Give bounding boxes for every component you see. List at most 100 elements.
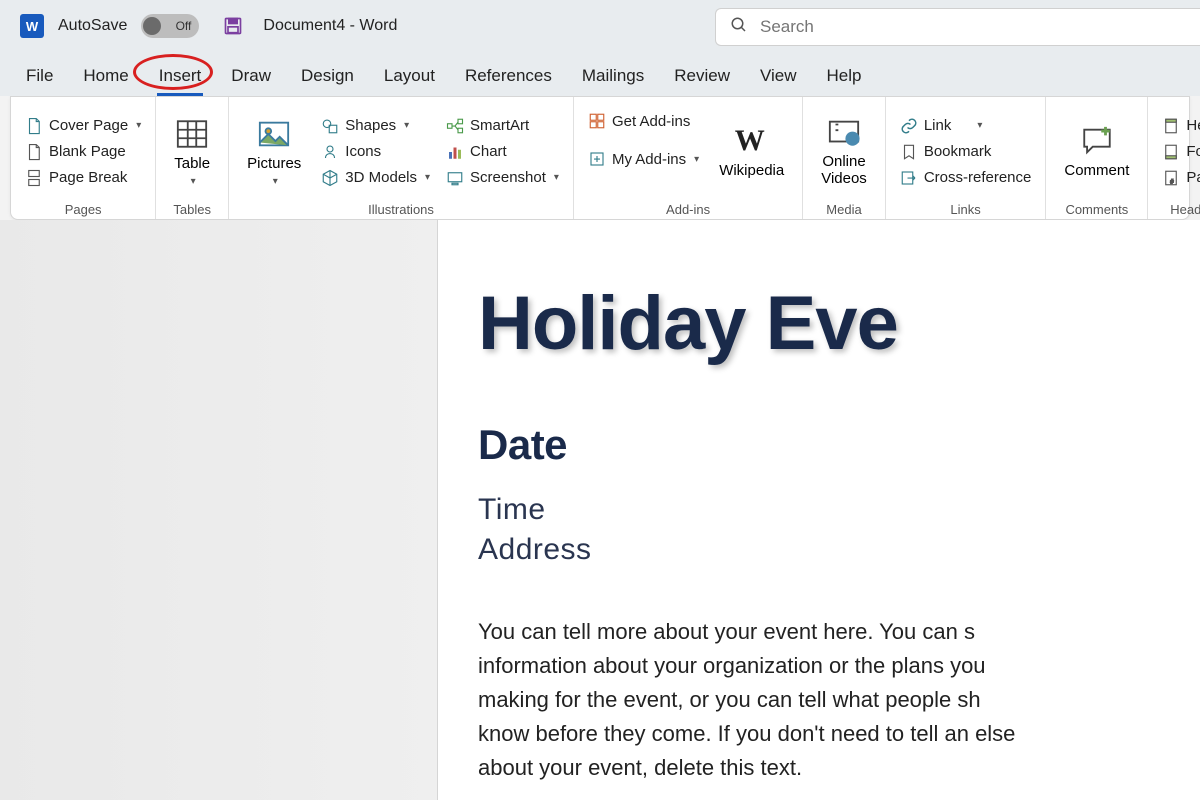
footer-icon: [1162, 143, 1180, 161]
chart-label: Chart: [470, 143, 507, 160]
bookmark-icon: [900, 143, 918, 161]
blank-page-label: Blank Page: [49, 143, 126, 160]
tab-view[interactable]: View: [760, 66, 797, 96]
chevron-down-icon: ▾: [404, 120, 409, 131]
group-label-pages: Pages: [11, 202, 155, 219]
group-label-comments: Comments: [1046, 202, 1147, 219]
group-tables: Table ▾ Tables: [156, 97, 229, 219]
document-title: Document4 - Word: [263, 17, 397, 35]
tab-mailings[interactable]: Mailings: [582, 66, 644, 96]
smartart-icon: [446, 117, 464, 135]
tab-help[interactable]: Help: [827, 66, 862, 96]
page-number-button[interactable]: # Pag: [1156, 166, 1200, 190]
link-button[interactable]: Link▾: [894, 114, 1038, 138]
wikipedia-label: Wikipedia: [719, 162, 784, 179]
document-page[interactable]: Holiday Eve Date Time Address You can te…: [438, 220, 1200, 800]
group-addins: Get Add-ins My Add-ins▾ W Wikipedia Add-…: [574, 97, 803, 219]
autosave-state: Off: [176, 19, 192, 33]
my-addins-button[interactable]: My Add-ins ▾: [582, 147, 705, 171]
cross-ref-label: Cross-reference: [924, 169, 1032, 186]
page-break-button[interactable]: Page Break: [19, 166, 147, 190]
doc-title[interactable]: Holiday Eve: [478, 280, 1200, 367]
group-header-footer: Hea Foot # Pag Heade: [1148, 97, 1200, 219]
doc-date-heading[interactable]: Date: [478, 421, 1200, 469]
chevron-down-icon: ▾: [694, 154, 699, 165]
bookmark-button[interactable]: Bookmark: [894, 140, 1038, 164]
tab-file[interactable]: File: [26, 66, 53, 96]
header-label: Hea: [1186, 117, 1200, 134]
link-label: Link: [924, 117, 952, 134]
3d-models-button[interactable]: 3D Models▾: [315, 166, 436, 190]
chevron-down-icon: ▾: [136, 120, 141, 131]
page-number-label: Pag: [1186, 169, 1200, 186]
chart-icon: [446, 143, 464, 161]
page-break-label: Page Break: [49, 169, 127, 186]
tab-references[interactable]: References: [465, 66, 552, 96]
table-button[interactable]: Table ▾: [164, 103, 220, 200]
document-area: Holiday Eve Date Time Address You can te…: [0, 220, 1200, 800]
search-input[interactable]: [760, 17, 1200, 37]
comment-label: Comment: [1064, 162, 1129, 179]
comment-button[interactable]: Comment: [1054, 103, 1139, 200]
table-icon: [175, 117, 209, 151]
autosave-toggle[interactable]: Off: [141, 14, 199, 38]
group-label-header-footer: Heade: [1148, 202, 1200, 219]
shapes-label: Shapes: [345, 117, 396, 134]
get-addins-label: Get Add-ins: [612, 113, 690, 130]
page-number-icon: #: [1162, 169, 1180, 187]
title-bar: W AutoSave Off Document4 - Word: [0, 0, 1200, 52]
cube-icon: [321, 169, 339, 187]
video-icon: [827, 116, 861, 150]
pictures-button[interactable]: Pictures ▾: [237, 103, 311, 200]
doc-time[interactable]: Time: [478, 493, 1200, 527]
doc-address[interactable]: Address: [478, 533, 1200, 567]
tab-insert[interactable]: Insert: [159, 66, 202, 96]
toggle-knob: [143, 17, 161, 35]
cover-page-button[interactable]: Cover Page ▾: [19, 114, 147, 138]
group-illustrations: Pictures ▾ Shapes ▾ Icons 3D Models▾ Smar…: [229, 97, 574, 219]
icons-label: Icons: [345, 143, 381, 160]
bookmark-label: Bookmark: [924, 143, 992, 160]
pictures-label: Pictures: [247, 155, 301, 172]
cross-reference-button[interactable]: Cross-reference: [894, 166, 1038, 190]
page-icon: [25, 117, 43, 135]
page-gutter: [0, 220, 438, 800]
group-comments: Comment Comments: [1046, 97, 1148, 219]
tab-draw[interactable]: Draw: [231, 66, 271, 96]
footer-label: Foot: [1186, 143, 1200, 160]
smartart-button[interactable]: SmartArt: [440, 114, 565, 138]
screenshot-button[interactable]: Screenshot ▾: [440, 166, 565, 190]
tab-layout[interactable]: Layout: [384, 66, 435, 96]
icons-icon: [321, 143, 339, 161]
tab-review[interactable]: Review: [674, 66, 730, 96]
group-label-media: Media: [803, 202, 885, 219]
icons-button[interactable]: Icons: [315, 140, 436, 164]
comment-icon: [1080, 124, 1114, 158]
tab-home[interactable]: Home: [83, 66, 128, 96]
search-box[interactable]: [715, 8, 1200, 46]
chevron-down-icon: ▾: [191, 176, 196, 187]
page-break-icon: [25, 169, 43, 187]
doc-body-text[interactable]: You can tell more about your event here.…: [478, 615, 1038, 785]
get-addins-button[interactable]: Get Add-ins: [582, 109, 705, 133]
footer-button[interactable]: Foot: [1156, 140, 1200, 164]
screenshot-label: Screenshot: [470, 169, 546, 186]
chart-button[interactable]: Chart: [440, 140, 565, 164]
ribbon-tabs: File Home Insert Draw Design Layout Refe…: [0, 52, 1200, 96]
chevron-down-icon: ▾: [554, 172, 559, 183]
save-icon[interactable]: [223, 16, 243, 36]
my-addins-label: My Add-ins: [612, 151, 686, 168]
wikipedia-button[interactable]: W Wikipedia: [709, 103, 794, 200]
smartart-label: SmartArt: [470, 117, 529, 134]
header-button[interactable]: Hea: [1156, 114, 1200, 138]
group-pages: Cover Page ▾ Blank Page Page Break Pages: [11, 97, 156, 219]
tab-design[interactable]: Design: [301, 66, 354, 96]
table-label: Table: [174, 155, 210, 172]
wikipedia-icon: W: [735, 124, 769, 158]
shapes-button[interactable]: Shapes ▾: [315, 114, 436, 138]
group-media: Online Videos Media: [803, 97, 886, 219]
blank-page-button[interactable]: Blank Page: [19, 140, 147, 164]
online-videos-button[interactable]: Online Videos: [811, 103, 877, 200]
cover-page-label: Cover Page: [49, 117, 128, 134]
search-icon: [730, 16, 748, 39]
